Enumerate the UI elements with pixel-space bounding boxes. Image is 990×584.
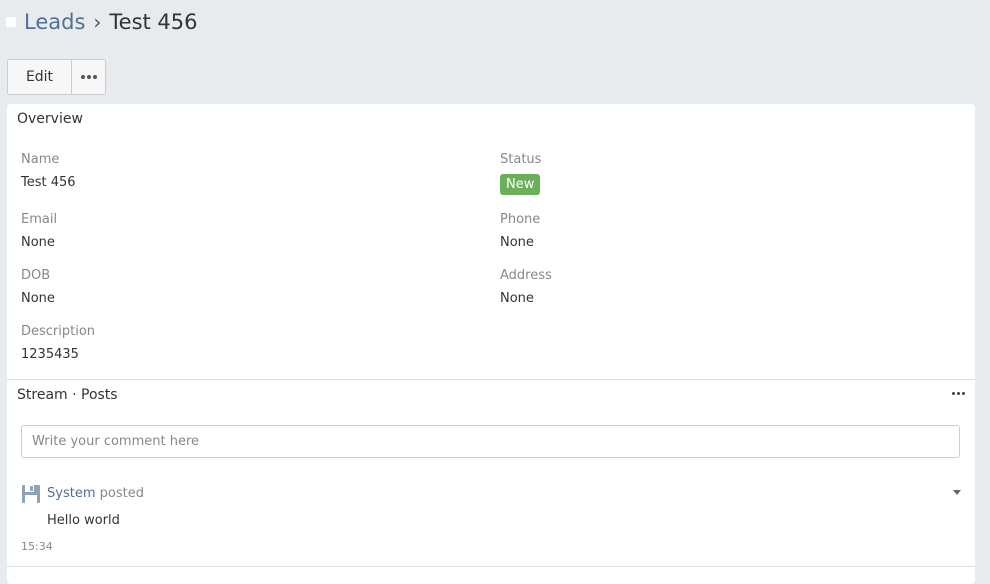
ellipsis-icon — [80, 75, 97, 79]
section-divider — [7, 379, 975, 380]
post-body: Hello world — [47, 513, 120, 528]
email-value: None — [21, 235, 55, 250]
post-header: System posted — [47, 486, 144, 501]
email-field: Email None — [21, 211, 57, 252]
status-field: Status New — [500, 151, 541, 195]
stream-title: Stream · Posts — [17, 387, 118, 403]
name-field: Name Test 456 — [21, 151, 76, 192]
stream-menu-button[interactable] — [952, 392, 965, 395]
more-actions-button[interactable] — [72, 60, 105, 94]
dob-value: None — [21, 291, 55, 306]
post-timestamp[interactable]: 15:34 — [21, 540, 53, 553]
dob-field: DOB None — [21, 267, 55, 308]
name-label: Name — [21, 152, 60, 167]
post-divider — [7, 566, 975, 567]
record-panel: Overview Name Test 456 Status New Email … — [7, 104, 975, 584]
select-checkbox[interactable] — [6, 17, 16, 27]
comment-input[interactable] — [21, 425, 960, 458]
phone-field: Phone None — [500, 211, 540, 252]
status-badge: New — [500, 174, 541, 195]
address-label: Address — [500, 268, 552, 283]
description-value: 1235435 — [21, 347, 79, 362]
ellipsis-icon — [952, 392, 965, 395]
post-action: posted — [99, 486, 144, 501]
edit-button[interactable]: Edit — [8, 60, 72, 94]
overview-title: Overview — [17, 111, 83, 127]
page-title: Test 456 — [109, 10, 198, 34]
system-avatar-icon — [22, 485, 40, 503]
description-field: Description 1235435 — [21, 323, 95, 364]
dob-label: DOB — [21, 268, 51, 283]
status-label: Status — [500, 152, 542, 167]
address-value: None — [500, 291, 534, 306]
name-value: Test 456 — [21, 175, 76, 190]
action-button-group: Edit — [7, 59, 106, 95]
phone-value: None — [500, 235, 534, 250]
phone-label: Phone — [500, 212, 541, 227]
email-label: Email — [21, 212, 58, 227]
post-dropdown-caret-icon[interactable] — [953, 490, 961, 495]
breadcrumb-separator: › — [93, 10, 102, 34]
breadcrumb-leads-link[interactable]: Leads — [24, 10, 85, 34]
breadcrumb: Leads › Test 456 — [6, 6, 198, 38]
post-author-link[interactable]: System — [47, 486, 95, 501]
address-field: Address None — [500, 267, 552, 308]
description-label: Description — [21, 324, 96, 339]
